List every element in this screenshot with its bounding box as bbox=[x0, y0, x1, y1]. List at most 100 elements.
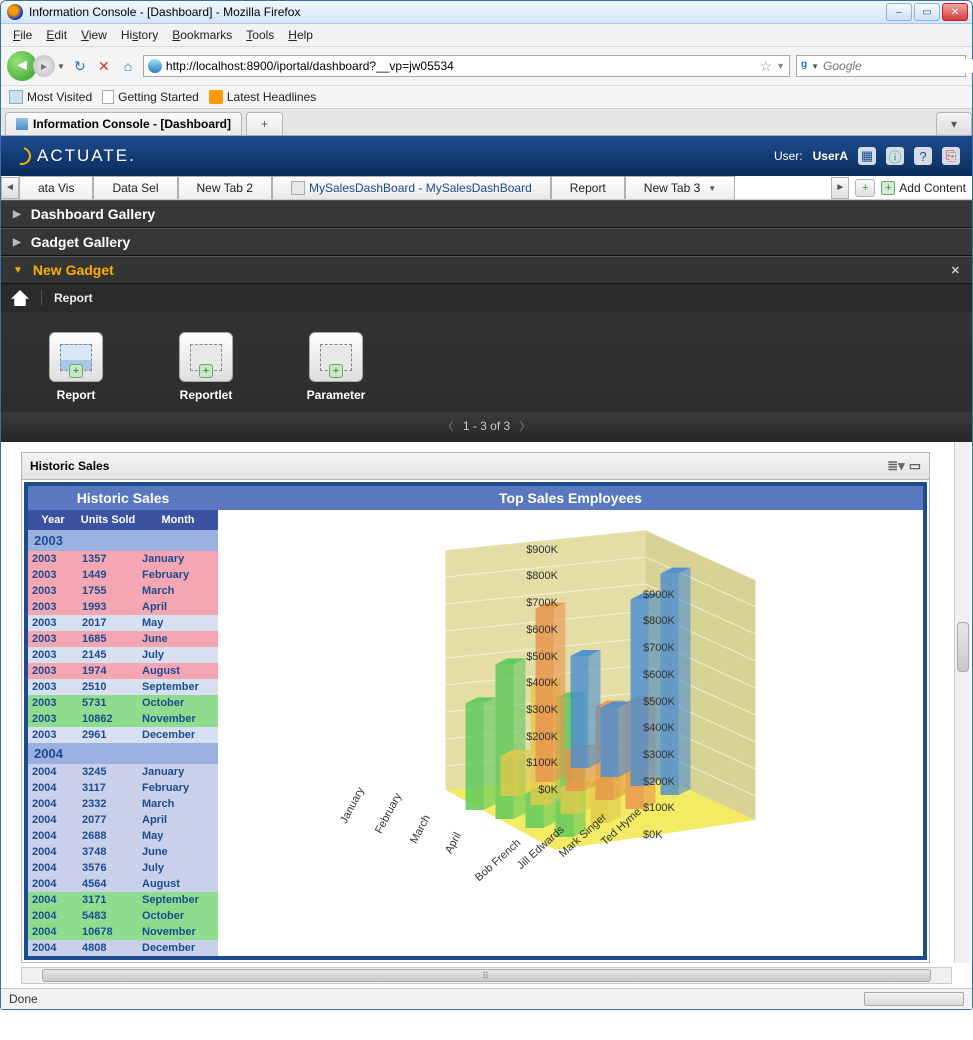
scrollbar-thumb[interactable] bbox=[957, 622, 969, 672]
url-bar[interactable]: ☆ ▼ bbox=[143, 55, 790, 77]
forward-button[interactable]: ▸ bbox=[33, 55, 55, 77]
dashboard-tab-0[interactable]: ata Vis bbox=[19, 176, 93, 199]
maximize-button[interactable]: ▭ bbox=[914, 3, 940, 21]
top-sales-title: Top Sales Employees bbox=[218, 486, 923, 510]
menu-help[interactable]: Help bbox=[282, 26, 319, 44]
search-engine-dropdown-icon[interactable]: ▼ bbox=[811, 62, 819, 71]
tabs-scroll-right[interactable]: ► bbox=[831, 177, 849, 199]
url-input[interactable] bbox=[166, 59, 756, 73]
site-identity-icon[interactable] bbox=[148, 59, 162, 73]
menu-edit[interactable]: Edit bbox=[40, 26, 73, 44]
cell-units: 3171 bbox=[78, 892, 138, 908]
cell-month: January bbox=[138, 551, 218, 567]
cell-month: May bbox=[138, 615, 218, 631]
pager-text: 1 - 3 of 3 bbox=[463, 419, 510, 433]
horizontal-scrollbar[interactable]: ⠿ bbox=[21, 967, 952, 984]
cell-month: July bbox=[138, 647, 218, 663]
gadget-panel: ▶ Dashboard Gallery ▶ Gadget Gallery ▼ N… bbox=[1, 200, 972, 442]
search-box[interactable]: ▼ 🔍 bbox=[796, 55, 966, 77]
year-band-2003: 2003 bbox=[28, 530, 218, 551]
cell-year: 2003 bbox=[28, 599, 78, 615]
menu-view[interactable]: View bbox=[75, 26, 113, 44]
table-row: 20032961December bbox=[28, 727, 218, 743]
minimize-button[interactable]: – bbox=[886, 3, 912, 21]
bookmark-latest-headlines[interactable]: Latest Headlines bbox=[209, 90, 316, 104]
gadget-parameter[interactable]: +Parameter bbox=[301, 332, 371, 402]
vertical-scrollbar[interactable] bbox=[954, 442, 970, 963]
cell-month: June bbox=[138, 844, 218, 860]
portlet-maximize-icon[interactable]: ▭ bbox=[909, 458, 921, 474]
bookmarks-toolbar: Most Visited Getting Started Latest Head… bbox=[1, 86, 972, 109]
menu-file[interactable]: File bbox=[7, 26, 38, 44]
tabs-scroll-left[interactable]: ◄ bbox=[1, 177, 19, 199]
scrollbar-thumb[interactable]: ⠿ bbox=[42, 969, 931, 982]
progress-indicator bbox=[864, 992, 964, 1006]
cell-year: 2004 bbox=[28, 764, 78, 780]
add-tab-button[interactable]: + bbox=[855, 179, 875, 197]
y-tick-left: $100K bbox=[526, 757, 558, 769]
browser-tab-active[interactable]: Information Console - [Dashboard] bbox=[5, 112, 242, 135]
dashboard-tab-2[interactable]: New Tab 2 bbox=[178, 176, 272, 199]
reload-button[interactable]: ↻ bbox=[71, 57, 89, 75]
menu-history[interactable]: History bbox=[115, 26, 164, 44]
help-icon[interactable]: ? bbox=[914, 147, 932, 165]
stop-button[interactable]: ✕ bbox=[95, 57, 113, 75]
cell-units: 5483 bbox=[78, 908, 138, 924]
portlet-header[interactable]: Historic Sales ≣▾ ▭ bbox=[22, 453, 929, 480]
exit-icon[interactable]: ⎘ bbox=[942, 147, 960, 165]
pager-prev-icon[interactable]: 〈 bbox=[436, 421, 459, 433]
nav-back-forward[interactable]: ◄ ▸ ▼ bbox=[7, 51, 65, 81]
y-tick-left: $300K bbox=[526, 704, 558, 716]
accordion-gadget-gallery[interactable]: ▶ Gadget Gallery bbox=[1, 228, 972, 256]
cell-month: August bbox=[138, 876, 218, 892]
tab-favicon-icon bbox=[16, 118, 28, 130]
menu-bookmarks[interactable]: Bookmarks bbox=[166, 26, 238, 44]
cell-units: 1449 bbox=[78, 567, 138, 583]
info-icon[interactable]: ⓘ bbox=[886, 147, 904, 165]
status-bar: Done bbox=[1, 988, 972, 1009]
add-content-button[interactable]: + Add Content bbox=[881, 181, 966, 195]
table-row: 20044808December bbox=[28, 940, 218, 956]
accordion-new-gadget[interactable]: ▼ New Gadget ✕ bbox=[1, 256, 972, 284]
url-dropdown-icon[interactable]: ▼ bbox=[776, 61, 785, 71]
history-dropdown-icon[interactable]: ▼ bbox=[57, 62, 65, 71]
close-icon[interactable]: ✕ bbox=[951, 264, 960, 277]
gadget-report[interactable]: +Report bbox=[41, 332, 111, 402]
window-title: Information Console - [Dashboard] - Mozi… bbox=[29, 5, 886, 19]
dashboard-tab-3[interactable]: MySalesDashBoard - MySalesDashBoard bbox=[272, 176, 551, 199]
dashboard-tab-4[interactable]: Report bbox=[551, 176, 625, 199]
options-icon[interactable]: ▦ bbox=[858, 147, 876, 165]
bookmark-getting-started[interactable]: Getting Started bbox=[102, 90, 199, 104]
bookmark-star-icon[interactable]: ☆ bbox=[760, 58, 773, 75]
accordion-dashboard-gallery[interactable]: ▶ Dashboard Gallery bbox=[1, 200, 972, 228]
dashboard-tab-1[interactable]: Data Sel bbox=[93, 176, 177, 199]
most-visited-icon bbox=[9, 90, 23, 104]
portlet-menu-icon[interactable]: ≣▾ bbox=[887, 458, 904, 474]
dashboard-tab-5[interactable]: New Tab 3▼ bbox=[625, 176, 735, 199]
bookmark-most-visited[interactable]: Most Visited bbox=[9, 90, 92, 104]
cell-year: 2004 bbox=[28, 844, 78, 860]
user-name: UserA bbox=[813, 149, 848, 163]
gadget-tile-icon: + bbox=[179, 332, 233, 382]
pager-next-icon[interactable]: 〉 bbox=[514, 421, 537, 433]
gadget-label: Reportlet bbox=[180, 388, 233, 402]
chart-container: $0K$100K$200K$300K$400K$500K$600K$700K$8… bbox=[218, 510, 923, 956]
home-button[interactable]: ⌂ bbox=[119, 57, 137, 75]
tab-list-button[interactable]: ▾ bbox=[936, 112, 972, 135]
table-row: 20031685June bbox=[28, 631, 218, 647]
chevron-down-icon[interactable]: ▼ bbox=[708, 184, 716, 193]
new-tab-button[interactable]: + bbox=[246, 112, 283, 135]
y-tick-left: $0K bbox=[538, 784, 558, 796]
close-button[interactable]: ✕ bbox=[942, 3, 968, 21]
header-year: Year bbox=[28, 510, 78, 530]
search-input[interactable] bbox=[823, 59, 973, 73]
chevron-right-icon: ▶ bbox=[13, 237, 21, 248]
menu-tools[interactable]: Tools bbox=[240, 26, 280, 44]
gadget-reportlet[interactable]: + Reportlet bbox=[171, 332, 241, 402]
table-row: 20043171September bbox=[28, 892, 218, 908]
cell-year: 2004 bbox=[28, 812, 78, 828]
home-icon[interactable] bbox=[11, 290, 29, 306]
app-shell: ACTUATE. User: UserA ▦ ⓘ ? ⎘ ◄ ata VisDa… bbox=[1, 136, 972, 984]
window-titlebar[interactable]: Information Console - [Dashboard] - Mozi… bbox=[1, 1, 972, 24]
y-tick-right: $700K bbox=[643, 642, 675, 654]
